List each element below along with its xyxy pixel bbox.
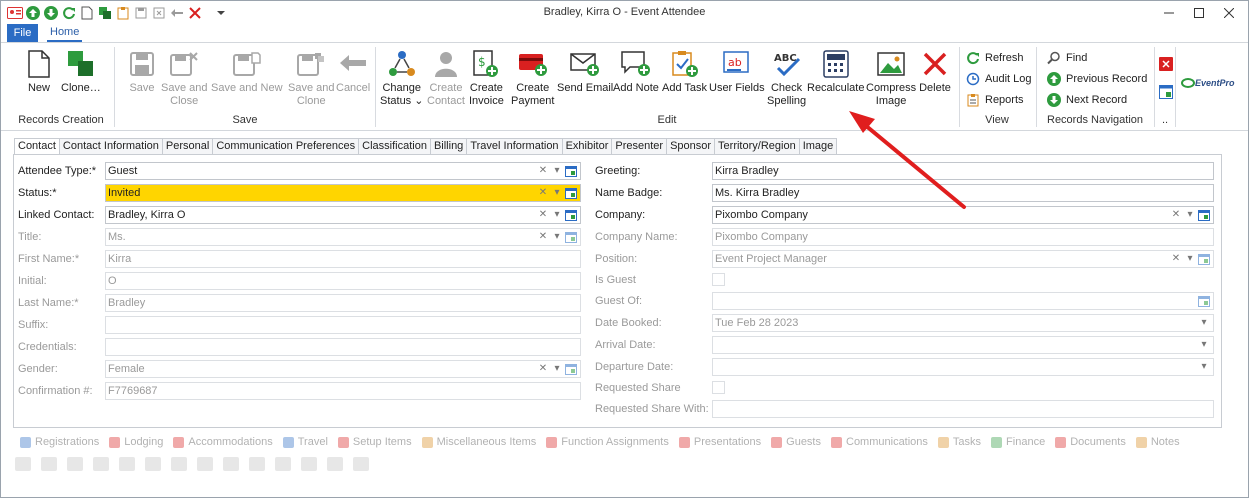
annotation-arrow	[849, 111, 966, 209]
app-window: Bradley, Kirra O - Event Attendee File H…	[0, 0, 1249, 498]
annotation-arrow-line	[863, 123, 966, 209]
